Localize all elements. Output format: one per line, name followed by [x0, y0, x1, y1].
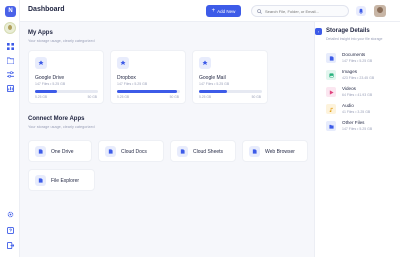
storage-badge-icon: › [315, 28, 322, 35]
usage-used: 5.25 GB [199, 95, 212, 99]
storage-item-meta: 423 Files • 23.45 GB [342, 76, 375, 80]
main-content: My Apps Your storage usage, clearly cate… [20, 22, 314, 257]
connect-label: One Drive [51, 149, 74, 155]
grid-icon[interactable] [6, 42, 14, 50]
folder-icon [326, 121, 336, 131]
storage-item-meta: 147 Files • 5.25 GB [342, 59, 373, 63]
connect-card-web-browser[interactable]: Web Browser [242, 140, 308, 162]
app-name: Google Drive [35, 75, 65, 81]
connect-label: Web Browser [265, 149, 295, 155]
add-new-button[interactable]: + Add New [206, 5, 241, 17]
storage-item-videos[interactable]: Videos 64 Files • 41.93 GB [326, 85, 398, 101]
user-avatar[interactable] [374, 5, 386, 17]
chart-icon[interactable] [6, 84, 14, 92]
browser-icon [249, 146, 260, 157]
app-card-google-drive[interactable]: Google Drive 147 Files • 5.25 GB 5.25 GB… [28, 50, 104, 104]
usage-used: 5.25 GB [35, 95, 48, 99]
connect-label: Cloud Sheets [193, 149, 224, 155]
storage-item-name: Other Files [342, 120, 365, 125]
logout-icon[interactable] [6, 241, 14, 249]
app-icon [199, 57, 211, 69]
plus-icon: + [211, 8, 216, 14]
my-apps-subtitle: Your storage usage, clearly categorized [28, 39, 95, 43]
image-icon [326, 70, 336, 80]
connect-subtitle: Your storage usage, clearly categorized [28, 125, 95, 129]
usage-total: 50 GB [87, 95, 97, 99]
help-icon[interactable] [6, 226, 14, 234]
workspace-avatar[interactable] [4, 22, 16, 34]
storage-item-meta: 41 Files • 3.25 GB [342, 110, 371, 114]
folder-icon[interactable] [6, 56, 14, 64]
connect-card-cloud-docs[interactable]: Cloud Docs [98, 140, 164, 162]
app-icon [117, 57, 129, 69]
usage-used: 5.25 GB [117, 95, 130, 99]
audio-icon [326, 104, 336, 114]
usage-total: 50 GB [251, 95, 261, 99]
my-apps-title: My Apps [28, 30, 53, 36]
connect-label: Cloud Docs [121, 149, 147, 155]
app-meta: 147 Files • 5.25 GB [35, 82, 66, 86]
document-icon [326, 53, 336, 63]
storage-item-meta: 147 Files • 5.25 GB [342, 127, 373, 131]
app-logo[interactable]: N [5, 6, 16, 17]
notification-icon[interactable] [356, 6, 366, 16]
storage-item-name: Images [342, 69, 358, 74]
usage-bar [117, 90, 180, 93]
settings-icon[interactable] [6, 210, 14, 218]
usage-bar [199, 90, 262, 93]
app-icon [35, 57, 47, 69]
storage-title: Storage Details [326, 28, 370, 34]
storage-item-documents[interactable]: Documents 147 Files • 5.25 GB [326, 51, 398, 67]
cloud-icon [35, 146, 46, 157]
storage-item-name: Documents [342, 52, 366, 57]
connect-card-file-explorer[interactable]: File Explorer [28, 169, 95, 191]
storage-item-other-files[interactable]: Other Files 147 Files • 5.25 GB [326, 119, 398, 135]
video-icon [326, 87, 336, 97]
connect-card-one-drive[interactable]: One Drive [28, 140, 92, 162]
connect-card-cloud-sheets[interactable]: Cloud Sheets [170, 140, 236, 162]
doc-icon [105, 146, 116, 157]
sliders-icon[interactable] [6, 70, 14, 78]
top-header: Dashboard + Add New [20, 0, 400, 22]
app-meta: 147 Files • 5.25 GB [117, 82, 148, 86]
page-title: Dashboard [28, 6, 65, 13]
explorer-icon [35, 175, 46, 186]
app-card-dropbox[interactable]: Dropbox 147 Files • 5.25 GB 5.25 GB 50 G… [110, 50, 186, 104]
storage-item-images[interactable]: Images 423 Files • 23.45 GB [326, 68, 398, 84]
usage-total: 50 GB [169, 95, 179, 99]
app-name: Dropbox [117, 75, 136, 81]
connect-label: File Explorer [51, 178, 80, 184]
storage-subtitle: Detailed insight into your file storage [326, 37, 383, 41]
search-icon [257, 8, 262, 14]
sheet-icon [177, 146, 188, 157]
storage-panel: › Storage Details Detailed insight into … [314, 22, 400, 257]
sidebar: N [0, 0, 20, 257]
add-new-label: Add New [217, 8, 236, 14]
app-meta: 147 Files • 5.25 GB [199, 82, 230, 86]
search-bar[interactable] [251, 5, 349, 17]
usage-bar [35, 90, 98, 93]
storage-item-name: Videos [342, 86, 356, 91]
connect-title: Connect More Apps [28, 116, 85, 122]
storage-item-name: Audio [342, 103, 354, 108]
storage-item-meta: 64 Files • 41.93 GB [342, 93, 373, 97]
app-card-google-mail[interactable]: Google Mail 147 Files • 5.25 GB 5.25 GB … [192, 50, 268, 104]
storage-item-audio[interactable]: Audio 41 Files • 3.25 GB [326, 102, 398, 118]
search-input[interactable] [265, 8, 345, 14]
app-name: Google Mail [199, 75, 226, 81]
